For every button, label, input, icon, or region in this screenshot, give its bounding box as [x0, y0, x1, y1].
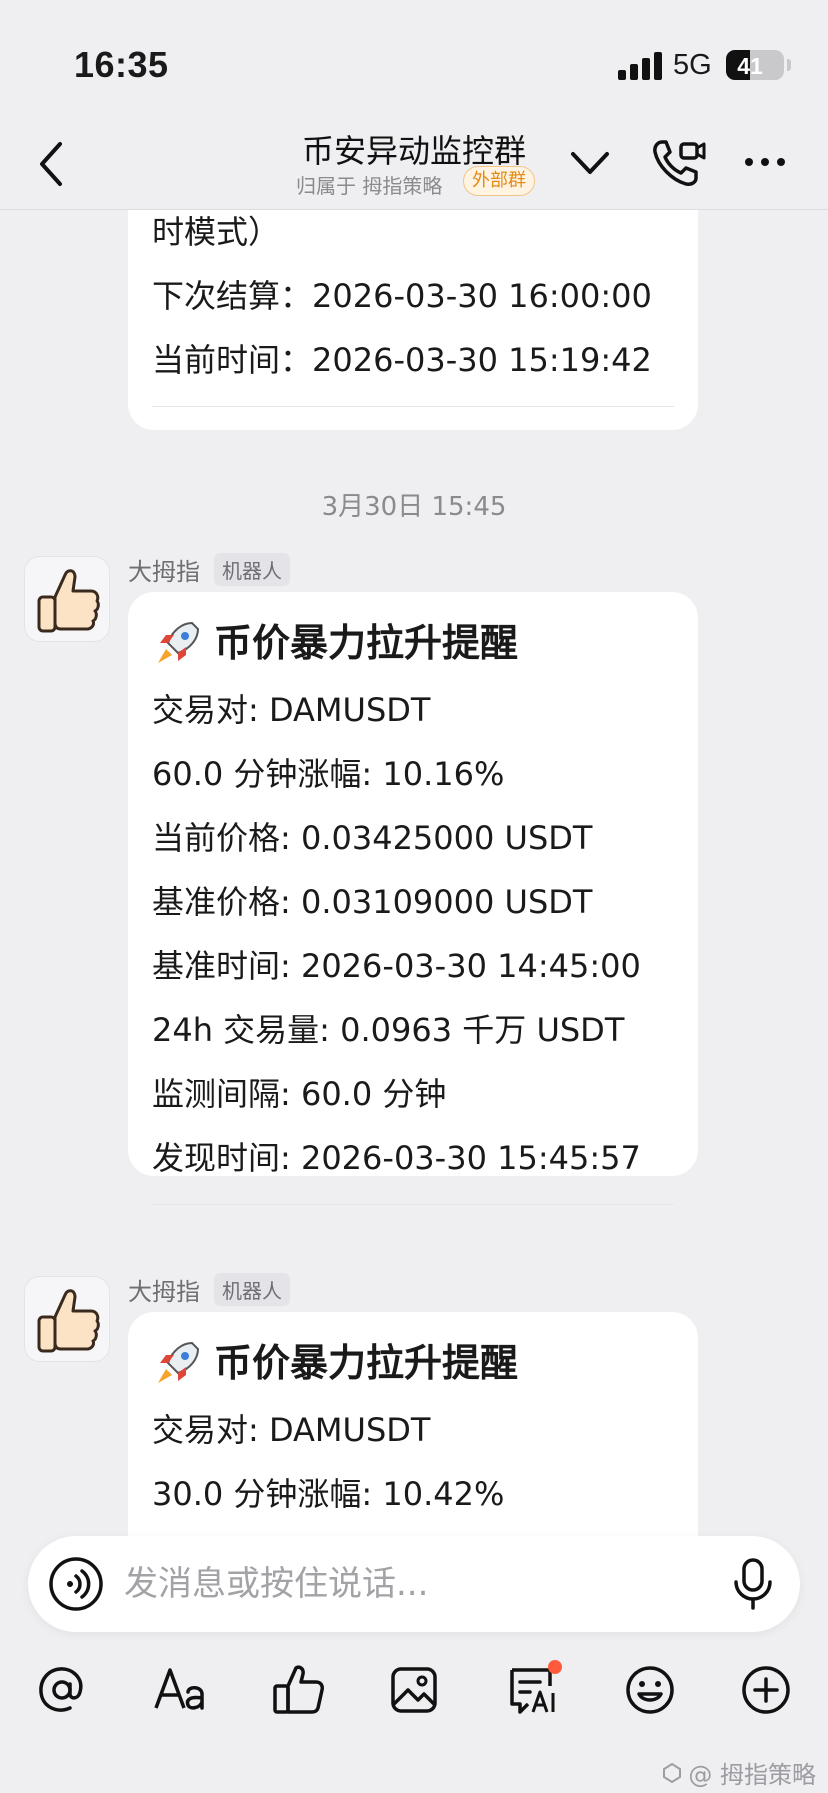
- message-bubble[interactable]: 时模式） 下次结算：2026-03-30 16:00:00 当前时间：2026-…: [128, 210, 698, 430]
- message-line: 24h 交易量: 0.0963 千万 USDT: [152, 1011, 625, 1049]
- divider: [152, 1204, 674, 1205]
- microphone-icon: [734, 1558, 772, 1610]
- thumbs-up-avatar-icon: [37, 1289, 100, 1353]
- thumbs-up-avatar-icon: [37, 569, 100, 633]
- message-input[interactable]: [124, 1536, 684, 1632]
- sender-name: 大拇指: [128, 1278, 200, 1306]
- message-line: 30.0 分钟涨幅: 10.42%: [152, 1475, 505, 1513]
- chat-area[interactable]: 时模式） 下次结算：2026-03-30 16:00:00 当前时间：2026-…: [0, 210, 828, 1540]
- message-line: 基准时间: 2026-03-30 14:45:00: [152, 947, 641, 985]
- call-button[interactable]: [648, 132, 708, 192]
- dropdown-button[interactable]: [565, 138, 615, 188]
- image-button[interactable]: [384, 1660, 444, 1720]
- chat-header: 币安异动监控群 归属于 拇指策略 外部群: [0, 120, 828, 210]
- status-time: 16:35: [74, 44, 169, 85]
- watermark: @ 拇指策略: [660, 1755, 816, 1790]
- message-title-row: 币价暴力拉升提醒: [152, 608, 674, 678]
- message-title-row: 币价暴力拉升提醒: [152, 1328, 674, 1398]
- message-bubble[interactable]: 币价暴力拉升提醒 交易对: DAMUSDT 60.0 分钟涨幅: 10.16% …: [128, 592, 698, 1205]
- battery-icon: 41: [726, 50, 784, 80]
- message-line: 发现时间: 2026-03-30 15:45:57: [152, 1139, 641, 1177]
- notification-dot: [548, 1660, 562, 1674]
- divider: [152, 406, 674, 407]
- more-icon: [745, 158, 785, 166]
- message-line: 时模式）: [152, 213, 281, 251]
- like-button[interactable]: [268, 1660, 328, 1720]
- voice-icon: [49, 1557, 103, 1611]
- mention-button[interactable]: [32, 1660, 92, 1720]
- add-button[interactable]: [736, 1660, 796, 1720]
- sender-row: 大拇指 机器人: [128, 1272, 290, 1307]
- image-icon: [391, 1667, 437, 1713]
- emoji-icon: [626, 1666, 674, 1714]
- more-button[interactable]: [740, 142, 790, 182]
- rocket-icon: [152, 617, 204, 669]
- message-line: 基准价格: 0.03109000 USDT: [152, 883, 593, 921]
- avatar[interactable]: [24, 556, 110, 642]
- watermark-text: @ 拇指策略: [688, 1761, 816, 1789]
- watermark-logo-icon: [663, 1762, 682, 1783]
- message-line: 当前时间：2026-03-30 15:19:42: [152, 341, 652, 379]
- emoji-button[interactable]: [620, 1660, 680, 1720]
- mention-icon: [39, 1667, 83, 1712]
- message-bubble[interactable]: 币价暴力拉升提醒 交易对: DAMUSDT 30.0 分钟涨幅: 10.42%: [128, 1312, 698, 1540]
- plus-icon: [742, 1666, 790, 1714]
- rocket-icon: [152, 1337, 204, 1389]
- signal-icon: [618, 50, 664, 80]
- chevron-down-icon: [571, 152, 609, 174]
- bot-tag: 机器人: [214, 553, 290, 586]
- message-title: 币价暴力拉升提醒: [214, 621, 519, 665]
- battery-cap: [787, 59, 791, 71]
- ai-button[interactable]: [502, 1660, 562, 1720]
- message-input-bar: [28, 1536, 800, 1632]
- message-line: 交易对: DAMUSDT: [152, 691, 431, 729]
- composer-toolbar: [0, 1650, 828, 1740]
- battery-level: 41: [737, 53, 763, 79]
- message-line: 交易对: DAMUSDT: [152, 1411, 431, 1449]
- text-format-button[interactable]: [150, 1660, 210, 1720]
- mic-button[interactable]: [728, 1554, 778, 1614]
- message-line: 当前价格: 0.03425000 USDT: [152, 819, 593, 857]
- avatar[interactable]: [24, 1276, 110, 1362]
- voice-button[interactable]: [48, 1556, 104, 1612]
- network-type: 5G: [673, 49, 712, 81]
- status-bar: 16:35 5G 41: [0, 0, 828, 120]
- external-group-badge: 外部群: [463, 166, 535, 196]
- thumbs-up-icon: [273, 1665, 324, 1714]
- message-line: 下次结算：2026-03-30 16:00:00: [152, 277, 652, 315]
- chat-subtitle: 归属于 拇指策略: [296, 174, 443, 198]
- phone-video-icon: [653, 140, 706, 186]
- text-format-icon: [154, 1668, 204, 1710]
- message-line: 监测间隔: 60.0 分钟: [152, 1075, 447, 1113]
- sender-row: 大拇指 机器人: [128, 552, 290, 587]
- bot-tag: 机器人: [214, 1273, 290, 1306]
- message-line: 60.0 分钟涨幅: 10.16%: [152, 755, 505, 793]
- message-title: 币价暴力拉升提醒: [214, 1341, 519, 1385]
- sender-name: 大拇指: [128, 558, 200, 586]
- time-separator: 3月30日 15:45: [321, 492, 507, 522]
